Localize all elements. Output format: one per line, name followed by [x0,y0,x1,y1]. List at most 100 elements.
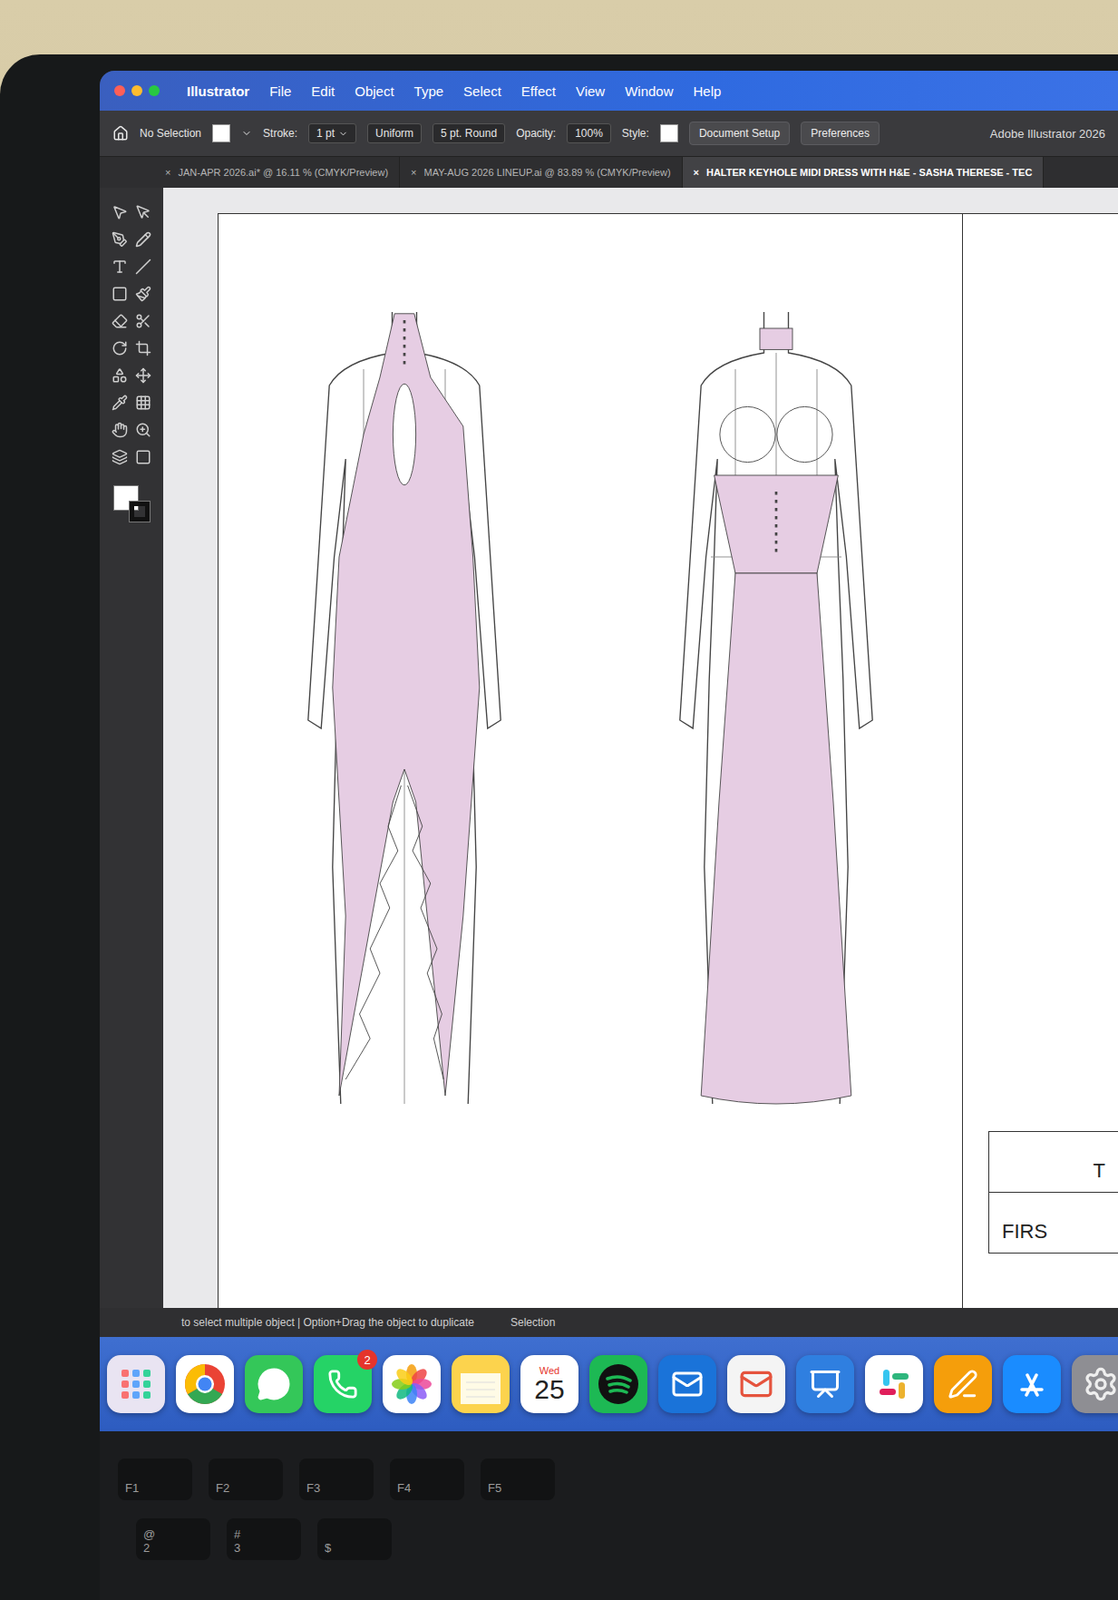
style-label: Style: [622,126,650,140]
spotify-app[interactable] [589,1354,648,1413]
title-block: TFIRS [988,1130,1118,1254]
settings-app[interactable] [1071,1354,1118,1413]
tool-icon[interactable] [111,421,128,438]
fill-box[interactable] [113,485,139,511]
calendar-date: Wed25 [534,1365,564,1403]
number-key[interactable]: @2 [136,1517,211,1560]
stroke-label: Stroke: [262,126,298,140]
style-swatch[interactable] [660,124,679,143]
pages-icon [947,1368,979,1400]
number-key[interactable]: #3 [226,1517,302,1560]
selection-label: No Selection [139,126,202,140]
zoom-button[interactable] [148,85,160,97]
tab-close[interactable]: × [165,166,171,178]
tool-icon[interactable] [135,448,152,466]
notes-app[interactable] [451,1354,510,1413]
tab-close[interactable]: × [410,166,417,178]
menu-item[interactable]: Window [624,83,673,99]
title-block-area: TFIRS [962,213,1118,1308]
control-button[interactable]: Preferences [800,121,880,146]
brush-field[interactable]: 5 pt. Round [432,123,506,144]
whatsapp-app[interactable]: 2 [313,1354,372,1413]
menu-item[interactable]: Edit [311,83,335,99]
function-key[interactable]: F4 [389,1458,465,1500]
number-key[interactable]: $ [317,1517,392,1560]
tool-icon[interactable] [111,285,128,302]
fill-swatch[interactable] [212,124,231,143]
menu-bar: Illustrator File Edit Object Type Select Effec… [99,70,1118,111]
tool-icon[interactable] [111,231,128,248]
tool-row [111,204,152,221]
menu-item[interactable]: Object [354,83,394,99]
function-key[interactable]: F2 [208,1458,283,1500]
mail-app[interactable] [727,1354,786,1413]
photos-icon [389,1361,434,1406]
tool-icon[interactable] [135,421,152,438]
function-key[interactable]: F3 [299,1458,374,1500]
pages-app[interactable] [933,1354,992,1413]
tool-icon[interactable] [111,367,128,384]
tool-icon[interactable] [135,312,152,330]
menu-item[interactable]: Help [693,83,722,99]
tool-icon[interactable] [111,448,128,466]
launchpad-app[interactable] [106,1354,166,1413]
chevron-icon[interactable] [241,127,253,139]
tool-icon[interactable] [135,340,152,357]
messages-app[interactable] [244,1354,303,1413]
stroke-weight-field[interactable]: 1 pt [308,123,357,144]
photos-app[interactable] [382,1354,441,1413]
back-sketch[interactable] [612,250,940,1157]
close-button[interactable] [114,85,126,97]
calendar-app[interactable]: Wed25 [520,1354,579,1413]
menu-item[interactable]: Effect [521,83,556,99]
tool-icon[interactable] [111,312,128,330]
tool-icon[interactable] [135,285,152,302]
control-button[interactable]: Document Setup [689,121,790,146]
menu-item[interactable]: Type [414,83,445,99]
tool-icon[interactable] [135,394,152,411]
tab-label: JAN-APR 2026.ai* @ 16.11 % (CMYK/Preview… [177,166,389,178]
home-icon[interactable] [112,125,129,142]
function-key[interactable]: F1 [117,1458,193,1500]
menu-item[interactable]: Select [463,83,502,99]
stroke-box[interactable] [129,501,150,522]
control-bar: No Selection Stroke: 1 pt Uniform 5 pt. Roun… [99,110,1118,157]
canvas[interactable]: TFIRS [163,187,1118,1308]
status-tool: Selection [510,1315,555,1329]
app-menu[interactable]: Illustrator [186,83,250,99]
document-tab[interactable]: × MAY-AUG 2026 LINEUP.ai @ 83.89 % (CMYK/… [399,156,682,188]
tool-icon[interactable] [111,340,128,357]
fill-stroke[interactable] [113,485,150,522]
artboard[interactable]: TFIRS [217,213,1118,1308]
outlook-app[interactable] [658,1354,717,1413]
menu-item[interactable]: View [575,83,605,99]
function-key[interactable]: F5 [480,1458,555,1500]
minimize-button[interactable] [131,85,143,97]
front-sketch[interactable] [241,250,568,1157]
tool-icon[interactable] [135,258,152,275]
laptop: Illustrator File Edit Object Type Select Effec… [0,54,1118,1600]
tool-icon[interactable] [111,204,128,221]
tab-label: MAY-AUG 2026 LINEUP.ai @ 83.89 % (CMYK/P… [424,166,671,178]
tab-close[interactable]: × [693,166,700,178]
opacity-field[interactable]: 100% [566,123,612,144]
document-tab[interactable]: × JAN-APR 2026.ai* @ 16.11 % (CMYK/Previe… [154,156,400,188]
chrome-app[interactable] [175,1354,234,1413]
document-tab[interactable]: ×HALTER KEYHOLE MIDI DRESS WITH H&E - SA… [682,156,1045,188]
tool-icon[interactable] [111,394,128,411]
app-title: Adobe Illustrator 2026 [990,126,1106,141]
keynote-app[interactable] [796,1354,855,1413]
launchpad-icon [117,1365,155,1402]
profile-field[interactable]: Uniform [367,123,422,144]
chevron-icon[interactable] [338,128,349,139]
tool-icon[interactable] [135,231,152,248]
slack-app[interactable] [865,1354,924,1413]
appstore-app[interactable] [1002,1354,1061,1413]
tool-icon[interactable] [111,258,128,275]
menu-item[interactable]: File [269,83,292,99]
tool-icon[interactable] [135,204,152,221]
tool-icon[interactable] [135,367,152,384]
tool-row [111,340,152,357]
window-controls [114,85,160,97]
number-key-row: @2 #3 $ [117,1517,1118,1560]
